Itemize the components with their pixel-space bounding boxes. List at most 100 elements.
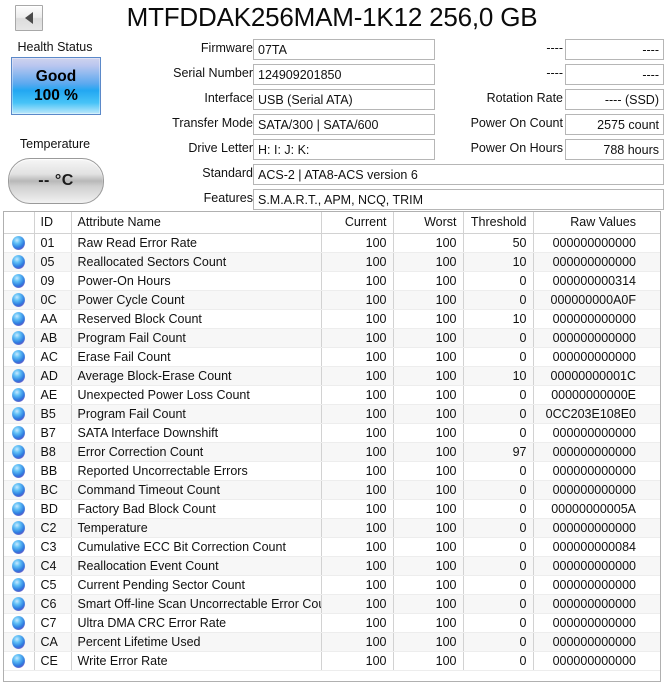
info-row: Interface USB (Serial ATA) Rotation Rate --…: [113, 86, 664, 111]
table-row[interactable]: BD Factory Bad Block Count 100 100 0 00000000…: [4, 499, 660, 519]
attribute-worst: 100: [393, 575, 464, 595]
column-header-raw-values[interactable]: Raw Values: [533, 212, 660, 234]
table-row[interactable]: AB Program Fail Count 100 100 0 000000000000: [4, 328, 660, 348]
attribute-id: 09: [34, 271, 72, 291]
attribute-current: 100: [321, 594, 394, 614]
info-value[interactable]: 124909201850: [253, 64, 435, 85]
attribute-name: SATA Interface Downshift: [71, 423, 322, 443]
attribute-threshold: 10: [463, 252, 534, 272]
table-row[interactable]: 01 Raw Read Error Rate 100 100 50 00000000000…: [4, 233, 660, 253]
table-row[interactable]: BC Command Timeout Count 100 100 0 0000000000…: [4, 480, 660, 500]
attribute-id: AE: [34, 385, 72, 405]
attribute-current: 100: [321, 252, 394, 272]
table-row[interactable]: AD Average Block-Erase Count 100 100 10 00000…: [4, 366, 660, 386]
info-value[interactable]: SATA/300 | SATA/600: [253, 114, 435, 135]
info-value-secondary[interactable]: ----: [565, 39, 664, 60]
attribute-worst: 100: [393, 632, 464, 652]
table-row[interactable]: AA Reserved Block Count 100 100 10 0000000000…: [4, 309, 660, 329]
attribute-id: C4: [34, 556, 72, 576]
info-value-secondary[interactable]: 2575 count: [565, 114, 664, 135]
table-row[interactable]: 09 Power-On Hours 100 100 0 000000000314: [4, 271, 660, 291]
info-value[interactable]: S.M.A.R.T., APM, NCQ, TRIM: [253, 189, 664, 210]
attribute-worst: 100: [393, 537, 464, 557]
table-row[interactable]: 05 Reallocated Sectors Count 100 100 10 00000…: [4, 252, 660, 272]
column-header-attribute-name[interactable]: Attribute Name: [71, 212, 322, 234]
attribute-current: 100: [321, 290, 394, 310]
attribute-worst: 100: [393, 594, 464, 614]
column-header-threshold[interactable]: Threshold: [463, 212, 534, 234]
attribute-current: 100: [321, 347, 394, 367]
info-value[interactable]: 07TA: [253, 39, 435, 60]
health-status-value: Good: [35, 68, 77, 86]
smart-attributes-table[interactable]: ID Attribute Name Current Worst Threshol…: [3, 211, 661, 682]
attribute-current: 100: [321, 556, 394, 576]
column-header-current[interactable]: Current: [321, 212, 394, 234]
table-row[interactable]: B8 Error Correction Count 100 100 97 00000000…: [4, 442, 660, 462]
row-status-cell: [4, 309, 35, 329]
table-row[interactable]: C6 Smart Off-line Scan Uncorrectable Erro…: [4, 594, 660, 614]
table-row[interactable]: CE Write Error Rate 100 100 0 000000000000: [4, 651, 660, 671]
attribute-raw-value: 000000000000: [533, 613, 660, 633]
info-label: Firmware: [200, 41, 253, 55]
row-status-cell: [4, 537, 35, 557]
table-row[interactable]: C7 Ultra DMA CRC Error Rate 100 100 0 0000000…: [4, 613, 660, 633]
status-sphere-icon: [12, 653, 26, 668]
row-status-cell: [4, 480, 35, 500]
attribute-name: Program Fail Count: [71, 404, 322, 424]
table-row[interactable]: C4 Reallocation Event Count 100 100 0 0000000…: [4, 556, 660, 576]
table-row[interactable]: AC Erase Fail Count 100 100 0 000000000000: [4, 347, 660, 367]
attribute-worst: 100: [393, 271, 464, 291]
info-value[interactable]: H: I: J: K:: [253, 139, 435, 160]
attribute-current: 100: [321, 309, 394, 329]
table-row[interactable]: C2 Temperature 100 100 0 000000000000: [4, 518, 660, 538]
row-status-cell: [4, 423, 35, 443]
attribute-raw-value: 00000000001C: [533, 366, 660, 386]
column-header-status[interactable]: [4, 212, 35, 234]
status-sphere-icon: [12, 292, 26, 307]
attribute-name: Cumulative ECC Bit Correction Count: [71, 537, 322, 557]
attribute-current: 100: [321, 404, 394, 424]
info-value-secondary[interactable]: 788 hours: [565, 139, 664, 160]
column-header-id[interactable]: ID: [34, 212, 72, 234]
health-status-badge[interactable]: Good 100 %: [11, 57, 101, 115]
attribute-raw-value: 000000000000: [533, 252, 660, 272]
info-label: Interface: [204, 91, 253, 105]
attribute-id: C6: [34, 594, 72, 614]
attribute-threshold: 0: [463, 480, 534, 500]
info-value-secondary[interactable]: ---- (SSD): [565, 89, 664, 110]
table-row[interactable]: AE Unexpected Power Loss Count 100 100 0 0000…: [4, 385, 660, 405]
row-status-cell: [4, 252, 35, 272]
temperature-badge[interactable]: -- °C: [8, 158, 104, 204]
attribute-current: 100: [321, 461, 394, 481]
status-sphere-icon: [12, 463, 26, 478]
attribute-worst: 100: [393, 328, 464, 348]
row-status-cell: [4, 556, 35, 576]
attribute-raw-value: 000000000084: [533, 537, 660, 557]
attribute-worst: 100: [393, 423, 464, 443]
attribute-threshold: 0: [463, 347, 534, 367]
attribute-worst: 100: [393, 233, 464, 253]
table-row[interactable]: BB Reported Uncorrectable Errors 100 100 0 00…: [4, 461, 660, 481]
info-row: Firmware 07TA ---- ----: [113, 36, 664, 61]
info-value-secondary[interactable]: ----: [565, 64, 664, 85]
table-row[interactable]: B7 SATA Interface Downshift 100 100 0 0000000…: [4, 423, 660, 443]
attribute-current: 100: [321, 537, 394, 557]
table-row[interactable]: 0C Power Cycle Count 100 100 0 000000000A0F: [4, 290, 660, 310]
attribute-id: C7: [34, 613, 72, 633]
info-row-wide: Features S.M.A.R.T., APM, NCQ, TRIM: [113, 186, 664, 211]
info-label: Serial Number: [173, 66, 253, 80]
table-row[interactable]: C5 Current Pending Sector Count 100 100 0 000…: [4, 575, 660, 595]
table-row[interactable]: CA Percent Lifetime Used 100 100 0 0000000000…: [4, 632, 660, 652]
attribute-worst: 100: [393, 613, 464, 633]
attribute-current: 100: [321, 328, 394, 348]
table-row[interactable]: C3 Cumulative ECC Bit Correction Count 100…: [4, 537, 660, 557]
attribute-id: B7: [34, 423, 72, 443]
attribute-threshold: 0: [463, 594, 534, 614]
attribute-current: 100: [321, 442, 394, 462]
column-header-worst[interactable]: Worst: [393, 212, 464, 234]
attribute-name: Unexpected Power Loss Count: [71, 385, 322, 405]
info-value[interactable]: USB (Serial ATA): [253, 89, 435, 110]
row-status-cell: [4, 328, 35, 348]
table-row[interactable]: B5 Program Fail Count 100 100 0 0CC203E108E0: [4, 404, 660, 424]
info-value[interactable]: ACS-2 | ATA8-ACS version 6: [253, 164, 664, 185]
